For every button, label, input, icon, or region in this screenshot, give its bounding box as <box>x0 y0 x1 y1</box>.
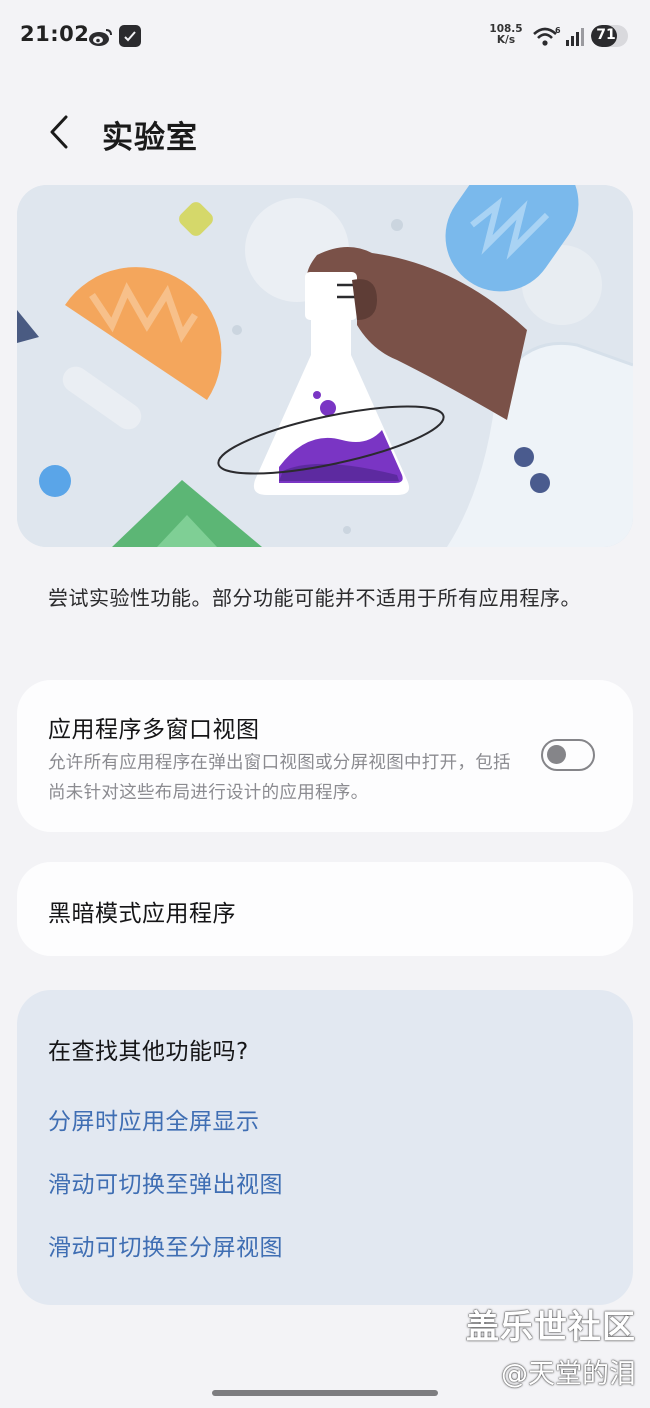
network-speed: 108.5 K/s <box>486 24 526 46</box>
page-title: 实验室 <box>102 120 198 156</box>
status-bar: 21:02 108.5 K/s 6 71 <box>0 0 650 74</box>
network-speed-unit: K/s <box>496 34 516 46</box>
svg-text:6: 6 <box>555 26 561 35</box>
status-time: 21:02 <box>20 22 90 46</box>
watermark-community: 盖乐世社区 <box>466 1307 636 1346</box>
home-indicator[interactable] <box>212 1390 438 1396</box>
multiwindow-toggle[interactable] <box>541 739 595 771</box>
link-swipe-popup[interactable]: 滑动可切换至弹出视图 <box>48 1165 283 1199</box>
lab-description: 尝试实验性功能。部分功能可能并不适用于所有应用程序。 <box>48 586 581 610</box>
lab-flask-illustration <box>17 185 633 547</box>
multiwindow-title: 应用程序多窗口视图 <box>48 717 260 743</box>
weibo-icon <box>89 29 112 46</box>
signal-icon <box>566 28 584 46</box>
dark-mode-apps-item[interactable]: 黑暗模式应用程序 <box>17 862 633 956</box>
dark-mode-apps-title: 黑暗模式应用程序 <box>48 901 236 927</box>
more-features-title: 在查找其他功能吗? <box>48 1039 249 1065</box>
watermark-author: @天堂的泪 <box>501 1359 636 1390</box>
multiwindow-subtitle: 允许所有应用程序在弹出窗口视图或分屏视图中打开，包括尚未针对这些布局进行设计的应… <box>48 753 511 803</box>
battery-icon: 71 <box>591 25 628 47</box>
link-swipe-split[interactable]: 滑动可切换至分屏视图 <box>48 1228 283 1262</box>
app-notification-icon <box>119 25 141 47</box>
multiwindow-setting[interactable]: 应用程序多窗口视图 允许所有应用程序在弹出窗口视图或分屏视图中打开，包括尚未针对… <box>17 680 633 832</box>
link-split-fullscreen[interactable]: 分屏时应用全屏显示 <box>48 1102 260 1136</box>
chevron-left-icon[interactable] <box>44 112 78 152</box>
toggle-knob <box>547 745 566 764</box>
more-features-card: 在查找其他功能吗? 分屏时应用全屏显示 滑动可切换至弹出视图 滑动可切换至分屏视… <box>17 990 633 1305</box>
wifi-icon: 6 <box>533 26 561 46</box>
battery-level: 71 <box>596 27 616 43</box>
